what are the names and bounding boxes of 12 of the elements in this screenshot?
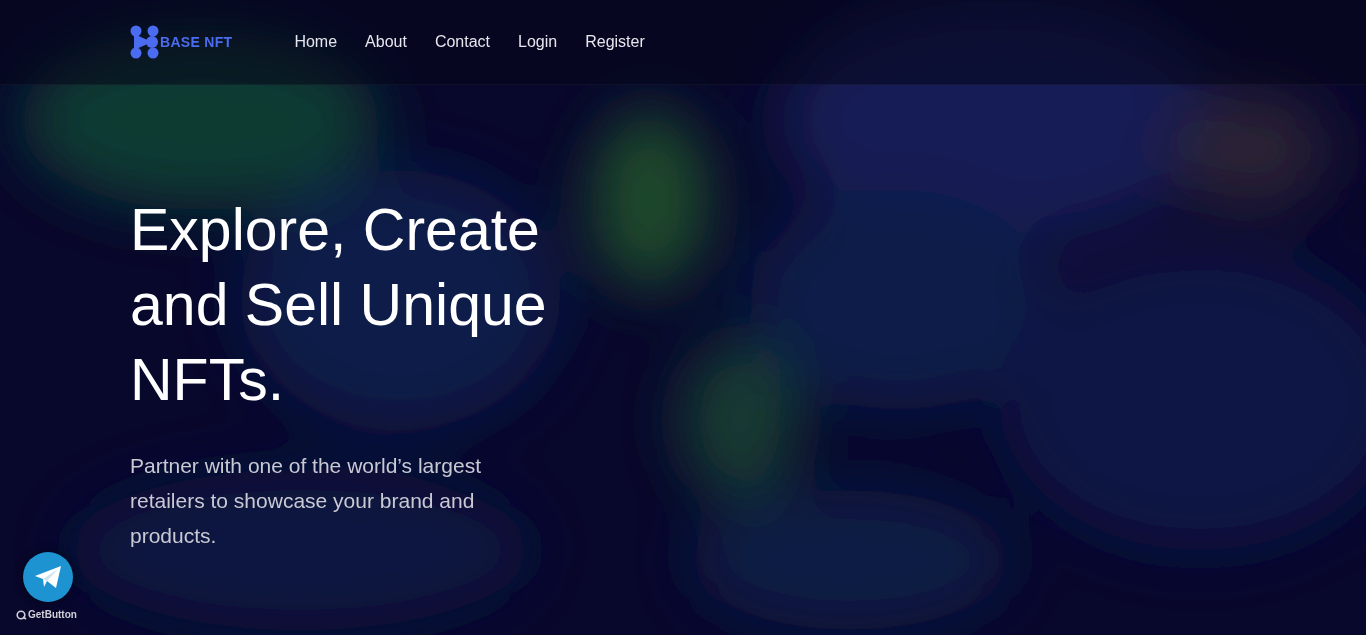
paper-plane-icon (34, 565, 62, 589)
nav-link[interactable]: Register (585, 33, 645, 51)
nav-link[interactable]: Login (518, 33, 558, 51)
widget-label: GetButton (28, 609, 77, 620)
nav-link[interactable]: About (365, 33, 407, 51)
nav-link[interactable]: Contact (434, 33, 491, 51)
brand-name: BASE NFT (160, 34, 233, 50)
hero-subtitle: Partner with one of the world’s largest retailers to showcase your brand and products. (130, 453, 482, 549)
hero-title: Explore, Create and Sell Unique NFTs. (130, 196, 548, 415)
chat-bubble-icon (16, 609, 27, 620)
logo-icon (130, 25, 160, 59)
nav-link[interactable]: Home (294, 33, 338, 51)
